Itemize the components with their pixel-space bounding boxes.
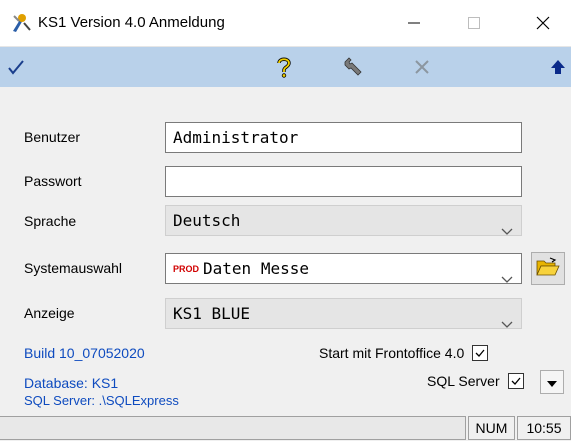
sql-server-checkbox[interactable]	[507, 373, 524, 389]
chevron-down-icon	[501, 264, 513, 293]
app-icon	[10, 12, 32, 34]
sql-server-label: SQL Server	[427, 373, 500, 389]
close-button[interactable]	[515, 0, 571, 46]
wrench-icon[interactable]	[340, 55, 364, 79]
chevron-down-icon	[501, 309, 513, 338]
status-bar: NUM 10:55	[0, 415, 571, 441]
language-value: Deutsch	[173, 211, 241, 230]
sql-server-info: SQL Server: .\SQLExpress	[24, 393, 179, 408]
display-value: KS1 BLUE	[173, 304, 251, 323]
status-main-panel	[0, 416, 466, 440]
password-label: Passwort	[24, 173, 82, 189]
window-title: KS1 Version 4.0 Anmeldung	[38, 14, 225, 31]
triangle-down-icon	[547, 374, 557, 390]
language-select[interactable]: Deutsch	[165, 205, 522, 236]
display-select[interactable]: KS1 BLUE	[165, 298, 522, 329]
language-label: Sprache	[24, 213, 77, 229]
cancel-icon[interactable]	[410, 55, 434, 79]
database-info: Database: KS1	[24, 375, 119, 391]
start-frontoffice-option[interactable]: Start mit Frontoffice 4.0	[319, 345, 489, 361]
folder-open-icon	[536, 257, 560, 280]
title-bar: KS1 Version 4.0 Anmeldung	[0, 0, 571, 47]
build-info: Build 10_07052020	[24, 345, 145, 361]
num-lock-indicator: NUM	[468, 416, 515, 440]
help-icon[interactable]	[272, 55, 296, 79]
prod-badge: PROD	[173, 264, 200, 274]
password-input[interactable]	[165, 166, 522, 197]
check-icon[interactable]	[4, 55, 28, 79]
system-value: Daten Messe	[203, 259, 309, 278]
user-label: Benutzer	[24, 129, 81, 145]
maximize-button[interactable]	[446, 0, 502, 46]
display-label: Anzeige	[24, 305, 75, 321]
arrow-up-icon[interactable]	[546, 55, 570, 79]
expand-dropdown-button[interactable]	[540, 370, 564, 394]
start-frontoffice-checkbox[interactable]	[472, 345, 489, 361]
toolbar	[0, 47, 571, 87]
minimize-button[interactable]	[386, 0, 442, 46]
system-select[interactable]: PROD Daten Messe	[165, 253, 522, 284]
open-folder-button[interactable]	[531, 252, 565, 285]
start-frontoffice-label: Start mit Frontoffice 4.0	[319, 345, 465, 361]
system-label: Systemauswahl	[24, 260, 123, 276]
sql-server-option[interactable]: SQL Server	[427, 373, 524, 389]
user-input[interactable]: Administrator	[165, 122, 522, 153]
chevron-down-icon	[501, 216, 513, 245]
clock: 10:55	[517, 416, 571, 440]
